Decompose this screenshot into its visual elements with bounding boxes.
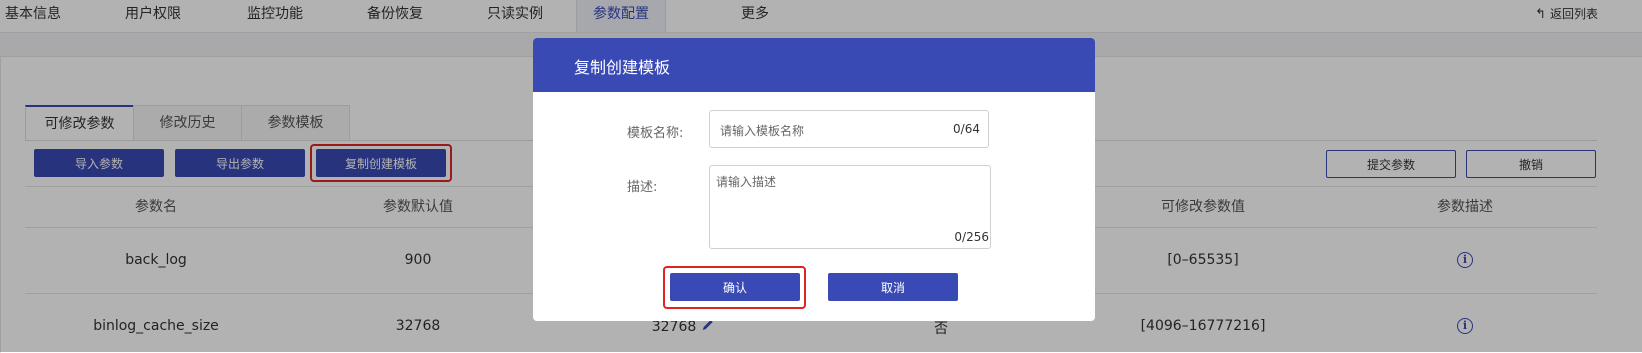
description-placeholder: 请输入描述 <box>716 175 777 189</box>
template-name-placeholder: 请输入模板名称 <box>720 124 805 138</box>
description-counter: 0/256 <box>954 230 989 244</box>
dialog-header: 复制创建模板 <box>533 38 1095 92</box>
description-label: 描述: <box>627 180 658 195</box>
cancel-button[interactable]: 取消 <box>828 273 958 301</box>
template-name-label: 模板名称: <box>627 126 684 141</box>
confirm-highlight <box>663 266 806 309</box>
dialog-title: 复制创建模板 <box>574 58 671 77</box>
copy-template-dialog: 复制创建模板 模板名称: 请输入模板名称 0/64 描述: 请输入描述 0/25… <box>533 38 1095 321</box>
template-name-counter: 0/64 <box>953 122 980 136</box>
dialog-body: 模板名称: 请输入模板名称 0/64 描述: 请输入描述 0/256 确认 取消 <box>533 92 1095 321</box>
template-name-input[interactable]: 请输入模板名称 0/64 <box>709 110 989 148</box>
description-textarea[interactable]: 请输入描述 0/256 <box>709 165 991 249</box>
